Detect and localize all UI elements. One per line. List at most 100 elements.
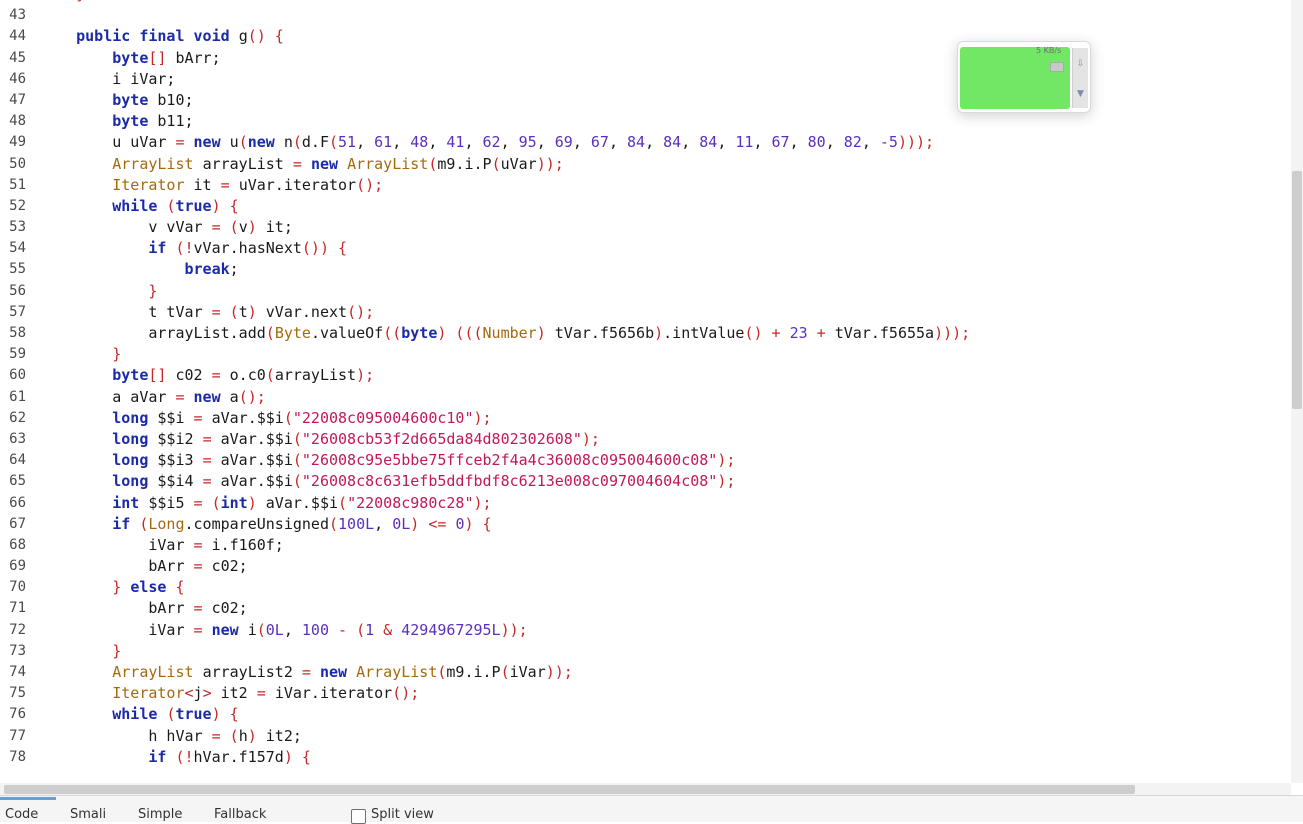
code-token: byte	[40, 90, 158, 109]
code-line[interactable]: 57 t tVar = (t) vVar.next();	[0, 302, 1291, 323]
code-line[interactable]: 75 Iterator<j> it2 = iVar.iterator();	[0, 683, 1291, 704]
code-token: );	[473, 493, 492, 512]
split-view-checkbox[interactable]	[351, 809, 366, 824]
code-token: tVar.f5656b	[554, 324, 655, 342]
code-line[interactable]: 58 arrayList.add(Byte.valueOf((byte) (((…	[0, 323, 1291, 344]
line-number: 75	[9, 685, 26, 702]
code-token: Iterator	[40, 684, 185, 703]
code-text: while (true) {	[40, 196, 238, 217]
code-line[interactable]: 68 iVar = i.f160f;	[0, 535, 1291, 556]
code-token: (	[292, 472, 302, 491]
code-token: long	[40, 408, 158, 427]
code-token: "22008c980c28"	[347, 493, 474, 512]
code-line[interactable]: 53 v vVar = (v) it;	[0, 217, 1291, 238]
code-token: u uVar	[40, 133, 176, 152]
code-line[interactable]: 74 ArrayList arrayList2 = new ArrayList (…	[0, 662, 1291, 683]
code-token: 84	[699, 133, 718, 152]
code-line[interactable]: 66 int $$i5 = (int) aVar.$$i("22008c980c…	[0, 493, 1291, 514]
code-token: m9.i.P	[446, 663, 501, 681]
tab-smali[interactable]: Smali	[70, 808, 106, 822]
code-line[interactable]: 63 long $$i2 = aVar.$$i("26008cb53f2d665…	[0, 429, 1291, 450]
code-text: break;	[40, 259, 238, 280]
code-token: iVar.iterator	[274, 684, 393, 703]
code-line[interactable]: 55 break;	[0, 259, 1291, 280]
code-token: 51	[338, 133, 357, 152]
code-token: Long	[148, 514, 185, 533]
code-token: ((	[383, 324, 402, 342]
code-token: =	[202, 472, 221, 491]
code-token: =	[202, 429, 221, 448]
code-token: );	[581, 429, 600, 448]
code-token: =	[256, 684, 275, 703]
code-token: 23	[789, 324, 808, 342]
code-line[interactable]: 73 }	[0, 641, 1291, 662]
code-line[interactable]: 46 i iVar;	[0, 69, 1291, 90]
code-line[interactable]: 78 if (!hVar.f157d) {	[0, 747, 1291, 768]
code-line[interactable]: 45 byte[] bArr;	[0, 48, 1291, 69]
code-text: long $$i3 = aVar.$$i("26008c95e5bbe75ffc…	[40, 450, 735, 471]
code-line[interactable]: 60 byte[] c02 = o.c0(arrayList);	[0, 365, 1291, 386]
code-text: byte[] c02 = o.c0(arrayList);	[40, 365, 374, 386]
code-text: if (!hVar.f157d) {	[40, 747, 311, 768]
code-token: long	[40, 451, 158, 470]
code-line[interactable]: 65 long $$i4 = aVar.$$i("26008c8c631efb5…	[0, 471, 1291, 492]
code-token: 62	[482, 133, 501, 152]
code-line[interactable]: 49 u uVar = new u(new n(d.F(51, 61, 48, …	[0, 132, 1291, 153]
code-line[interactable]: 43	[0, 5, 1291, 26]
code-line[interactable]: 50 ArrayList arrayList = new ArrayList (m…	[0, 154, 1291, 175]
code-line[interactable]: 52 while (true) {	[0, 196, 1291, 217]
line-number: 71	[9, 600, 26, 617]
code-token: iVar	[40, 620, 194, 639]
code-token: vVar.next	[265, 302, 348, 321]
code-line[interactable]: 69 bArr = c02;	[0, 556, 1291, 577]
code-line[interactable]: 70 } else {	[0, 577, 1291, 598]
code-line[interactable]: 48 byte b11;	[0, 111, 1291, 132]
tab-code[interactable]: Code	[5, 808, 38, 822]
code-line[interactable]: 59 }	[0, 344, 1291, 365]
code-token: (	[265, 366, 275, 385]
code-token: byte	[40, 112, 158, 131]
code-token: =	[193, 599, 212, 618]
line-number: 57	[9, 303, 26, 320]
code-token: "26008c8c631efb5ddfbdf8c6213e008c0970046…	[301, 472, 718, 491]
code-token: ,	[500, 133, 519, 152]
code-token: int	[40, 493, 149, 512]
code-token: byte	[40, 48, 149, 67]
code-text: v vVar = (v) it;	[40, 217, 293, 238]
code-token: }	[40, 641, 122, 660]
code-token: )	[247, 218, 266, 237]
code-line[interactable]: 44 public final void g() {	[0, 26, 1291, 47]
code-line[interactable]: 51 Iterator it = uVar.iterator();	[0, 175, 1291, 196]
tab-simple[interactable]: Simple	[138, 808, 182, 822]
code-token: i	[247, 620, 257, 639]
code-line[interactable]: 76 while (true) {	[0, 704, 1291, 725]
code-token: 100L	[338, 514, 375, 533]
vertical-scrollbar-thumb[interactable]	[1292, 171, 1302, 409]
code-line[interactable]: 62 long $$i = aVar.$$i("22008c095004600c…	[0, 408, 1291, 429]
code-token: aVar.$$i	[220, 472, 293, 491]
code-token: = (	[193, 493, 221, 512]
code-line[interactable]: 56 }	[0, 281, 1291, 302]
code-token: c02;	[211, 557, 248, 576]
code-token: )	[247, 302, 266, 321]
upload-arrow-icon[interactable]: ⇩	[1074, 54, 1087, 74]
expand-down-icon[interactable]: ▼	[1074, 84, 1087, 104]
code-token: ArrayList	[40, 663, 203, 681]
horizontal-scrollbar-thumb[interactable]	[4, 785, 1135, 794]
code-line[interactable]: 67 if (Long.compareUnsigned(100L, 0L) <=…	[0, 514, 1291, 535]
code-line[interactable]: 77 h hVar = (h) it2;	[0, 726, 1291, 747]
code-line[interactable]: 47 byte b10;	[0, 90, 1291, 111]
code-line[interactable]: 54 if (!vVar.hasNext()) {	[0, 238, 1291, 259]
code-token: v vVar	[40, 218, 212, 237]
code-editor[interactable]: 42 }4344 public final void g() {45 byte[…	[0, 0, 1291, 783]
code-text: public final void g() {	[40, 26, 284, 47]
code-line[interactable]: 71 bArr = c02;	[0, 598, 1291, 619]
code-line[interactable]: 64 long $$i3 = aVar.$$i("26008c95e5bbe75…	[0, 450, 1291, 471]
network-speed-widget[interactable]: 5 KB/s ⇩ ▼	[957, 41, 1091, 113]
code-line[interactable]: 61 a aVar = new a();	[0, 387, 1291, 408]
code-text: arrayList.add(Byte.valueOf((byte) (((Num…	[40, 323, 970, 344]
tab-fallback[interactable]: Fallback	[214, 808, 266, 822]
code-line[interactable]: 72 iVar = new i(0L, 100 - (1 & 429496729…	[0, 620, 1291, 641]
code-token: 0L	[265, 620, 284, 639]
code-token: ();	[238, 387, 266, 406]
